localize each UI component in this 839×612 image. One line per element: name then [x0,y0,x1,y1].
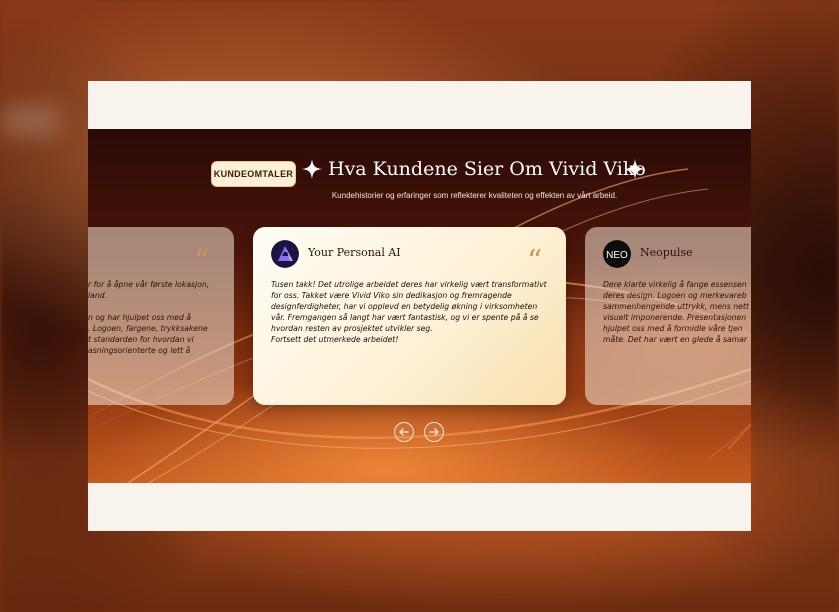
arrow-right-icon [429,428,439,436]
testimonial-text: r for å åpne vår første lokasjon, land. … [88,280,210,355]
testimonial-company: Your Personal AI [308,246,401,259]
blurred-background-shape [0,105,60,137]
quote-icon: “ [527,244,543,279]
arrow-left-icon [399,428,409,436]
testimonial-card-center[interactable]: Your Personal AI “ Tusen takk! Det utrol… [253,227,566,405]
ai-logo-icon [271,240,299,268]
sparkle-icon [625,159,645,179]
testimonial-text: Dere klarte virkelig å fange essensen de… [603,280,749,344]
section-subtitle: Kundehistorier og erfaringer som reflekt… [331,191,618,200]
testimonial-card-left[interactable]: “ r for å åpne vår første lokasjon, land… [88,227,234,405]
testimonials-section: KUNDEOMTALER Hva Kundene Sier Om Vivid V… [88,81,751,531]
svg-text:NEO: NEO [606,250,628,261]
testimonials-band: KUNDEOMTALER Hva Kundene Sier Om Vivid V… [88,129,751,483]
section-badge: KUNDEOMTALER [211,161,296,187]
section-header: KUNDEOMTALER Hva Kundene Sier Om Vivid V… [88,155,751,189]
sparkle-icon [302,159,322,179]
testimonial-card-right[interactable]: NEO Neopulse Dere klarte virkelig å fang… [585,227,751,405]
testimonial-text: Tusen takk! Det utrolige arbeidet deres … [271,280,547,344]
next-button[interactable] [424,422,444,442]
testimonial-company: Neopulse [640,246,693,259]
section-title: Hva Kundene Sier Om Vivid Viko [328,158,646,180]
neopulse-logo-icon: NEO [603,240,631,268]
quote-icon: “ [194,244,210,279]
prev-button[interactable] [394,422,414,442]
